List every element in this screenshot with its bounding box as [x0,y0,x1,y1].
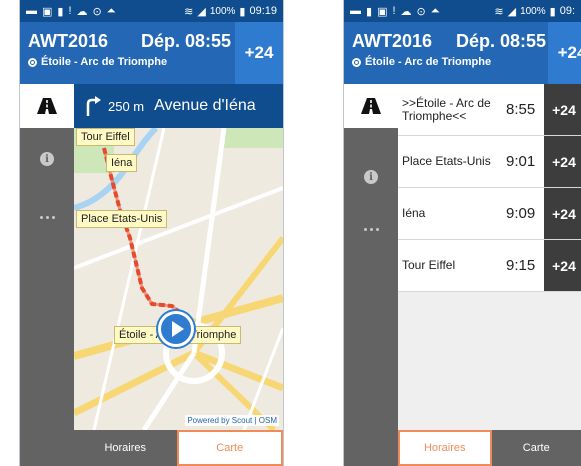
sync-icon: ⊙ [92,5,102,18]
departure-time: Dép. 08:55 [456,31,547,51]
departure-time: Dép. 08:55 [141,31,232,51]
stop-delay: +24 [544,84,581,135]
map-label-iena[interactable]: Iéna [106,154,138,172]
phone-icon: ▮ [57,5,64,18]
route-name: AWT2016 [28,31,109,51]
bottom-tabs: Horaires Carte [74,430,283,466]
alert-icon: ! [392,4,396,17]
tab-more[interactable] [344,214,398,244]
route-map[interactable]: Tour Eiffel Iéna Place Etats-Unis Étoile… [74,128,283,430]
current-stop: Étoile - Arc de Triomphe [28,56,167,68]
road-icon [361,98,381,114]
cloud-upload-icon: ⏶ [430,4,440,17]
tab-carte[interactable]: Carte [492,430,581,466]
tab-horaires[interactable]: Horaires [398,430,492,466]
stop-time: 8:55 [506,101,536,118]
delay-badge: +24 [235,22,283,84]
turn-right-icon [86,96,101,116]
stop-time: 9:15 [506,257,536,274]
map-label-place-etats-unis[interactable]: Place Etats-Unis [76,210,168,228]
bottom-tabs: Horaires Carte [398,430,581,466]
image-icon: ▣ [42,5,53,18]
stop-time: 9:01 [506,153,536,170]
alert-icon: ! [68,4,72,17]
image-icon: ▣ [377,5,388,18]
stop-time: 9:09 [506,205,536,222]
trip-header: AWT2016 Dép. 08:55 Étoile - Arc de Triom… [344,22,581,84]
tab-navigation[interactable] [344,84,398,128]
map-credit[interactable]: Powered by Scout | OSM [185,415,279,426]
current-stop-label: Étoile - Arc de Triomphe [365,56,492,68]
tab-info[interactable]: i [20,144,74,174]
notification-icon: ▬ [350,4,361,17]
turn-distance: 250 m [108,98,145,114]
stop-delay: +24 [544,188,581,239]
tab-carte[interactable]: Carte [176,430,283,466]
wifi-icon: ≋ [494,5,504,18]
stop-name: Iéna [402,206,426,220]
clock: 09: [559,5,575,17]
stop-delay: +24 [544,240,581,291]
tab-info[interactable]: i [344,162,398,192]
delay-badge: +24 [548,22,581,84]
status-bar: ▬ ▮ ▣ ! ☁ ⊙ ⏶ ≋ ◢ 100% ▮ 09: [344,0,581,22]
battery-icon: ▮ [239,5,246,18]
current-position-icon[interactable] [158,311,194,347]
stop-name: >>Étoile - Arc de Triomphe<< [402,95,491,123]
info-icon: i [364,170,378,184]
side-menu: i [20,84,74,466]
phone-map-screen: ▬ ▣ ▮ ! ☁ ⊙ ⏶ ≋ ◢ 100% ▮ 09:19 AWT2016 D… [20,0,283,466]
clock: 09:19 [249,5,277,17]
stop-name: Place Etats-Unis [402,154,491,168]
tab-horaires[interactable]: Horaires [74,430,177,466]
more-icon [363,227,379,231]
signal-icon: ◢ [507,5,517,18]
cloud-upload-icon: ⏶ [106,4,116,17]
map-canvas [74,128,283,430]
battery-level: 100% [209,5,236,17]
notification-icon: ▬ [26,4,37,17]
cloud-icon: ☁ [400,5,412,18]
info-icon: i [40,152,54,166]
current-stop-label: Étoile - Arc de Triomphe [41,56,168,68]
stop-row[interactable]: Iéna 9:09 +24 [398,188,581,240]
tab-navigation[interactable] [20,84,74,128]
notification-icons: ▬ ▣ ▮ ! ☁ ⊙ ⏶ [26,5,116,18]
notification-icons: ▬ ▮ ▣ ! ☁ ⊙ ⏶ [350,5,440,18]
road-icon [37,98,57,114]
stop-list: >>Étoile - Arc de Triomphe<< 8:55 +24 Pl… [398,84,581,430]
more-icon [39,215,55,219]
stop-row[interactable]: >>Étoile - Arc de Triomphe<< 8:55 +24 [398,84,581,136]
phone-schedule-screen: ▬ ▮ ▣ ! ☁ ⊙ ⏶ ≋ ◢ 100% ▮ 09: AWT2016 Dép… [344,0,581,466]
stop-marker-icon [28,57,37,67]
trip-header: AWT2016 Dép. 08:55 Étoile - Arc de Triom… [20,22,283,84]
battery-level: 100% [520,5,546,17]
stop-marker-icon [352,57,361,67]
side-menu: i [344,84,398,466]
stop-name: Tour Eiffel [402,258,456,272]
wifi-icon: ≋ [184,5,194,18]
current-stop: Étoile - Arc de Triomphe [352,56,491,68]
tab-more[interactable] [20,202,74,232]
sync-icon: ⊙ [416,5,426,18]
signal-icon: ◢ [197,5,206,18]
stop-delay: +24 [544,136,581,187]
stop-row[interactable]: Place Etats-Unis 9:01 +24 [398,136,581,188]
route-name: AWT2016 [352,31,433,51]
battery-icon: ▮ [549,5,556,18]
map-label-tour-eiffel[interactable]: Tour Eiffel [76,128,135,146]
stop-row[interactable]: Tour Eiffel 9:15 +24 [398,240,581,292]
cloud-icon: ☁ [76,5,88,18]
turn-street: Avenue d'Iéna [154,97,256,114]
turn-instruction: 250 m Avenue d'Iéna [74,84,283,128]
phone-icon: ▮ [366,5,373,18]
status-bar: ▬ ▣ ▮ ! ☁ ⊙ ⏶ ≋ ◢ 100% ▮ 09:19 [20,0,283,22]
